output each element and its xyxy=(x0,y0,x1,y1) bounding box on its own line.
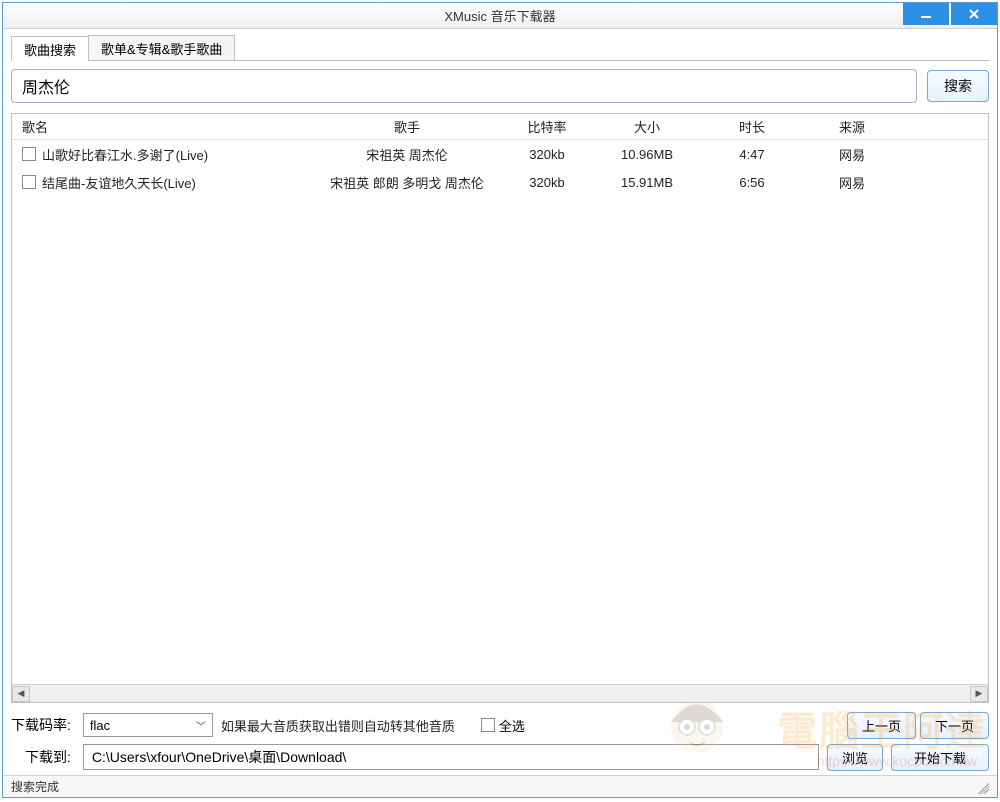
download-path-input[interactable] xyxy=(83,744,819,770)
next-page-button[interactable]: 下一页 xyxy=(920,712,989,739)
download-path-row: 下载到: 浏览 开始下载 xyxy=(11,741,989,773)
search-row: 搜索 xyxy=(11,69,989,103)
tab-song-search[interactable]: 歌曲搜索 xyxy=(11,36,89,61)
minimize-button[interactable] xyxy=(903,3,949,25)
cell-bitrate: 320kb xyxy=(502,175,592,190)
cell-size: 15.91MB xyxy=(592,175,702,190)
search-button[interactable]: 搜索 xyxy=(927,70,989,102)
status-text: 搜索完成 xyxy=(11,778,59,795)
cell-source: 网易 xyxy=(802,145,902,164)
table-row[interactable]: 结尾曲-友谊地久天长(Live) 宋祖英 郎朗 多明戈 周杰伦 320kb 15… xyxy=(12,168,988,196)
close-button[interactable] xyxy=(951,3,997,25)
bitrate-label: 下载码率: xyxy=(11,715,71,735)
table-row[interactable]: 山歌好比春江水.多谢了(Live) 宋祖英 周杰伦 320kb 10.96MB … xyxy=(12,140,988,168)
select-all-wrap: 全选 xyxy=(481,716,525,735)
table-header: 歌名 歌手 比特率 大小 时长 来源 xyxy=(12,114,988,140)
chevron-down-icon: ﹀ xyxy=(196,718,206,733)
bitrate-row: 下载码率: flac ﹀ 如果最大音质获取出错则自动转其他音质 全选 上一页 下… xyxy=(11,709,989,741)
statusbar: 搜索完成 xyxy=(3,775,997,797)
col-header-artist[interactable]: 歌手 xyxy=(312,117,502,136)
select-all-checkbox[interactable] xyxy=(481,718,495,732)
bitrate-select[interactable]: flac ﹀ xyxy=(83,713,213,737)
bitrate-note: 如果最大音质获取出错则自动转其他音质 xyxy=(221,716,455,735)
horizontal-scrollbar[interactable]: ◀ ▶ xyxy=(12,684,988,702)
cell-name: 结尾曲-友谊地久天长(Live) xyxy=(42,173,196,192)
resize-grip-icon[interactable] xyxy=(975,780,989,794)
col-header-size[interactable]: 大小 xyxy=(592,117,702,136)
table-body: 山歌好比春江水.多谢了(Live) 宋祖英 周杰伦 320kb 10.96MB … xyxy=(12,140,988,684)
content-area: 歌曲搜索 歌单&专辑&歌手歌曲 搜索 歌名 歌手 比特率 大小 时长 来源 山歌… xyxy=(3,29,997,703)
window-title: XMusic 音乐下载器 xyxy=(3,6,997,25)
select-all-label: 全选 xyxy=(499,716,525,735)
col-header-bitrate[interactable]: 比特率 xyxy=(502,117,592,136)
scroll-track[interactable] xyxy=(30,686,970,702)
search-input[interactable] xyxy=(11,69,917,103)
cell-duration: 4:47 xyxy=(702,147,802,162)
col-header-name[interactable]: 歌名 xyxy=(12,117,312,136)
app-window: XMusic 音乐下载器 歌曲搜索 歌单&专辑&歌手歌曲 搜索 歌名 歌手 比特… xyxy=(2,2,998,798)
cell-duration: 6:56 xyxy=(702,175,802,190)
window-controls xyxy=(903,3,997,25)
cell-source: 网易 xyxy=(802,173,902,192)
tab-playlist-album[interactable]: 歌单&专辑&歌手歌曲 xyxy=(88,35,235,60)
bitrate-value: flac xyxy=(90,718,110,733)
pagination: 上一页 下一页 xyxy=(847,712,989,739)
prev-page-button[interactable]: 上一页 xyxy=(847,712,916,739)
tab-bar: 歌曲搜索 歌单&专辑&歌手歌曲 xyxy=(11,35,989,61)
cell-artist: 宋祖英 郎朗 多明戈 周杰伦 xyxy=(312,173,502,192)
start-download-button[interactable]: 开始下载 xyxy=(891,744,989,771)
bottom-panel: 下载码率: flac ﹀ 如果最大音质获取出错则自动转其他音质 全选 上一页 下… xyxy=(3,703,997,775)
col-header-source[interactable]: 来源 xyxy=(802,117,902,136)
cell-artist: 宋祖英 周杰伦 xyxy=(312,145,502,164)
scroll-right-icon[interactable]: ▶ xyxy=(970,686,988,702)
titlebar: XMusic 音乐下载器 xyxy=(3,3,997,29)
scroll-left-icon[interactable]: ◀ xyxy=(12,686,30,702)
cell-bitrate: 320kb xyxy=(502,147,592,162)
col-header-duration[interactable]: 时长 xyxy=(702,117,802,136)
row-checkbox[interactable] xyxy=(22,147,36,161)
cell-name: 山歌好比春江水.多谢了(Live) xyxy=(42,145,208,164)
row-checkbox[interactable] xyxy=(22,175,36,189)
results-table: 歌名 歌手 比特率 大小 时长 来源 山歌好比春江水.多谢了(Live) 宋祖英… xyxy=(11,113,989,703)
browse-button[interactable]: 浏览 xyxy=(827,744,883,771)
download-to-label: 下载到: xyxy=(25,747,71,767)
cell-size: 10.96MB xyxy=(592,147,702,162)
